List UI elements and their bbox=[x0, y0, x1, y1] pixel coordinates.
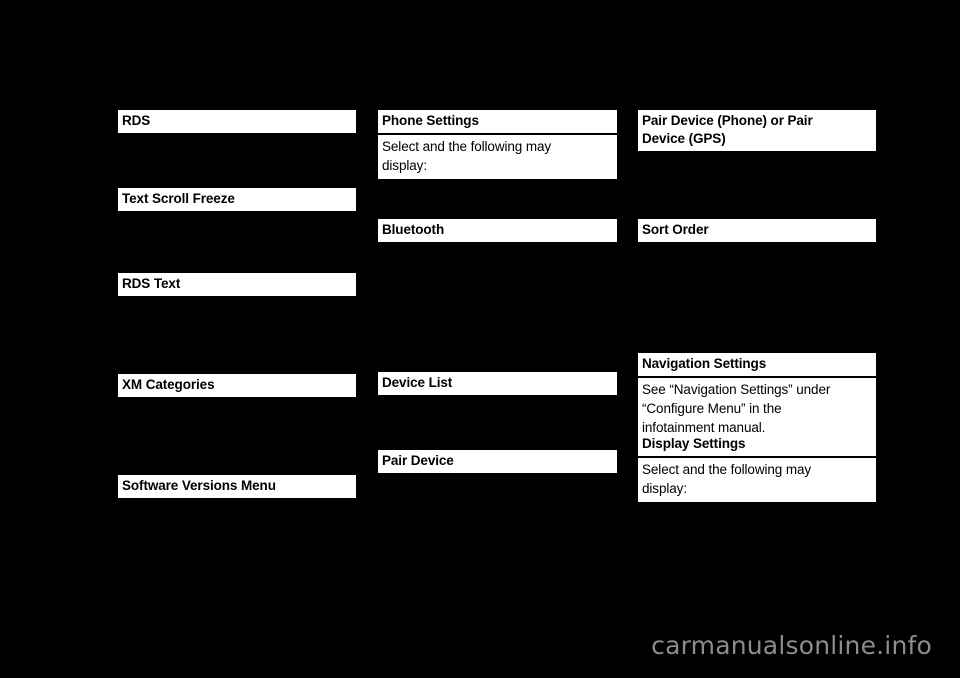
heading-display-settings: Display Settings bbox=[638, 433, 876, 456]
heading-text-scroll-freeze: Text Scroll Freeze bbox=[118, 188, 356, 211]
document-page: RDS Text Scroll Freeze RDS Text XM Categ… bbox=[0, 0, 960, 678]
body-line: “Configure Menu” in the bbox=[642, 401, 782, 416]
heading-software-versions-menu: Software Versions Menu bbox=[118, 475, 356, 498]
heading-xm-categories: XM Categories bbox=[118, 374, 356, 397]
block-bluetooth: Bluetooth bbox=[378, 219, 617, 242]
block-navigation-settings: Navigation Settings See “Navigation Sett… bbox=[638, 353, 876, 441]
column-right: Pair Device (Phone) or Pair Device (GPS)… bbox=[638, 0, 876, 678]
body-line: Select and the following may bbox=[382, 139, 552, 154]
block-rds: RDS bbox=[118, 110, 356, 133]
body-display-settings: Select and the following may display: bbox=[638, 458, 876, 502]
heading-pair-device-phone-gps: Pair Device (Phone) or Pair Device (GPS) bbox=[638, 110, 876, 151]
block-display-settings: Display Settings Select and the followin… bbox=[638, 433, 876, 502]
heading-pair-device: Pair Device bbox=[378, 450, 617, 473]
block-device-list: Device List bbox=[378, 372, 617, 395]
block-pair-device-phone-gps: Pair Device (Phone) or Pair Device (GPS) bbox=[638, 110, 876, 151]
heading-navigation-settings: Navigation Settings bbox=[638, 353, 876, 376]
body-line: display: bbox=[642, 481, 687, 496]
body-line: See “Navigation Settings” under bbox=[642, 382, 831, 397]
column-left: RDS Text Scroll Freeze RDS Text XM Categ… bbox=[118, 0, 356, 678]
heading-bluetooth: Bluetooth bbox=[378, 219, 617, 242]
block-rds-text: RDS Text bbox=[118, 273, 356, 296]
block-pair-device: Pair Device bbox=[378, 450, 617, 473]
heading-rds-text: RDS Text bbox=[118, 273, 356, 296]
heading-sort-order: Sort Order bbox=[638, 219, 876, 242]
body-phone-settings: Select and the following may display: bbox=[378, 135, 617, 179]
block-sort-order: Sort Order bbox=[638, 219, 876, 242]
watermark-carmanualsonline: carmanualsonline.info bbox=[651, 631, 932, 660]
block-phone-settings: Phone Settings Select and the following … bbox=[378, 110, 617, 179]
block-software-versions-menu: Software Versions Menu bbox=[118, 475, 356, 498]
heading-phone-settings: Phone Settings bbox=[378, 110, 617, 133]
column-middle: Phone Settings Select and the following … bbox=[378, 0, 617, 678]
body-line: Select and the following may bbox=[642, 462, 812, 477]
heading-line: Pair Device (Phone) or Pair bbox=[642, 113, 813, 128]
heading-line: Device (GPS) bbox=[642, 131, 726, 146]
block-text-scroll-freeze: Text Scroll Freeze bbox=[118, 188, 356, 211]
body-line: display: bbox=[382, 158, 427, 173]
heading-rds: RDS bbox=[118, 110, 356, 133]
body-navigation-settings: See “Navigation Settings” under “Configu… bbox=[638, 378, 876, 441]
block-xm-categories: XM Categories bbox=[118, 374, 356, 397]
heading-device-list: Device List bbox=[378, 372, 617, 395]
